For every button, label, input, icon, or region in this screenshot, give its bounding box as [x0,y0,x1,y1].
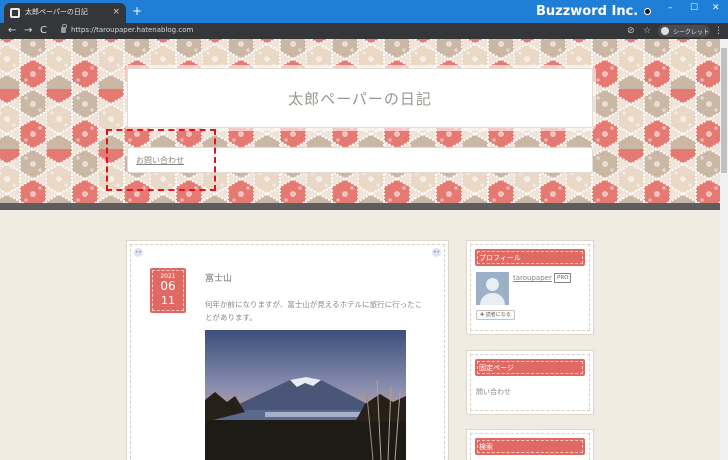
profile-heading: プロフィール [475,249,585,266]
pages-heading: 固定ページ [475,359,585,376]
pro-badge: PRO [554,273,572,283]
search-heading: 検索 [475,438,585,455]
avatar[interactable] [476,272,509,305]
pages-heading-label: 固定ページ [479,364,514,372]
blog-favicon-icon [10,8,20,18]
brand-watermark: Buzzword Inc. [536,4,639,19]
profile-heading-label: プロフィール [479,254,521,262]
close-window-button[interactable]: ✕ [712,3,720,13]
url-field[interactable]: https://taroupaper.hatenablog.com [71,26,193,34]
entry-corner-left-icon: •• [134,248,143,257]
search-module: 検索 [466,429,594,460]
entry-date-day: 11 [161,294,175,307]
incognito-icon [661,27,669,35]
scrollbar-thumb[interactable] [721,48,727,173]
profile-username-link[interactable]: taroupaper [513,274,552,282]
tab-close-icon[interactable]: × [112,6,120,18]
browser-tab[interactable]: 太郎ペーパーの日記 × [4,3,126,23]
blog-title-box: 太郎ペーパーの日記 [127,68,593,128]
maximize-button[interactable]: ☐ [690,3,698,13]
header-divider [0,203,728,210]
entry-text: 何年か前になりますが、富士山が見えるホテルに旅行に行ったことがあります。 [205,300,423,322]
bookmark-star-icon[interactable]: ☆ [643,25,651,37]
pages-module: 固定ページ [466,350,594,415]
entry-corner-right-icon: •• [432,248,441,257]
entry-date-badge[interactable]: 2021 06 11 [150,268,186,313]
brand-dot-icon [644,8,651,15]
forward-button[interactable]: → [24,25,32,37]
lock-icon [61,24,67,33]
mount-fuji-photo [205,330,406,460]
eye-off-icon[interactable]: ⊘ [627,25,635,37]
reload-button[interactable]: C [40,25,47,37]
sidebar-contact-link[interactable]: 問い合わせ [476,387,511,397]
follow-button[interactable]: ✚ 読者になる [476,310,515,320]
address-bar: ← → C https://taroupaper.hatenablog.com … [0,23,728,39]
entry-date-month: 06 [160,279,176,293]
new-tab-button[interactable]: + [132,5,142,17]
blog-title[interactable]: 太郎ペーパーの日記 [128,88,592,109]
tab-title: 太郎ペーパーの日記 [25,8,88,16]
browser-menu-icon[interactable]: ⋮ [714,25,723,37]
incognito-badge[interactable]: シークレット [658,25,710,37]
back-button[interactable]: ← [8,25,16,37]
mount-fuji-image [205,330,406,460]
minimize-button[interactable]: – [668,3,673,13]
search-heading-label: 検索 [479,443,493,451]
incognito-label: シークレット [673,29,710,36]
highlight-annotation [106,129,216,191]
entry-title[interactable]: 富士山 [205,271,232,284]
entry-date-year: 2021 [160,273,176,280]
